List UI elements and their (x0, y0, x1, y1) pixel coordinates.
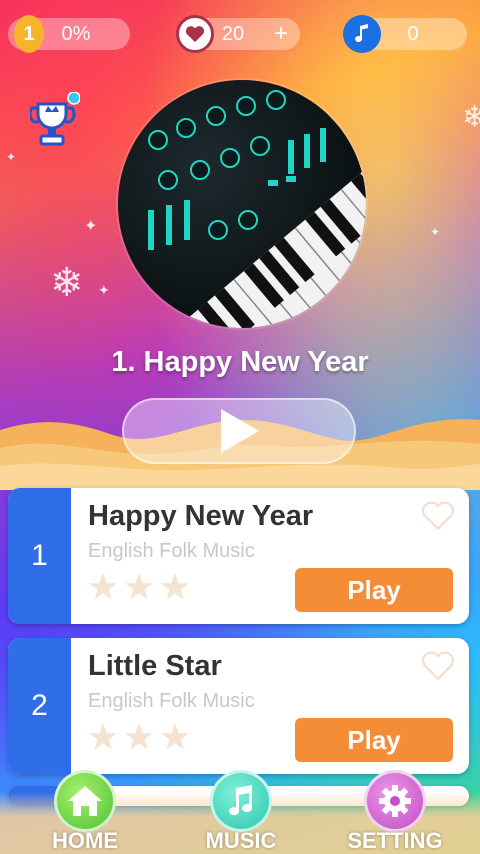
album-art (118, 80, 366, 328)
notes-pill: 0 (343, 15, 467, 53)
star-icon (89, 573, 117, 600)
play-song-button[interactable]: Play (295, 718, 453, 762)
favorite-heart-icon[interactable] (421, 500, 455, 532)
song-number: 1 (8, 488, 71, 624)
nav-home[interactable]: HOME (40, 770, 130, 854)
song-title: Happy New Year (88, 500, 314, 532)
sparkle-icon: ✦ (430, 225, 441, 239)
hearts-pill[interactable]: 20 + (176, 15, 300, 53)
nav-setting-label: SETTING (347, 828, 443, 853)
level-badge: 1 (14, 15, 44, 53)
star-icon (161, 573, 189, 600)
music-icon (210, 770, 272, 832)
add-hearts-button[interactable]: + (274, 20, 288, 48)
sparkle-icon: ✦ (98, 282, 110, 298)
star-icon (125, 723, 153, 750)
star-icon (161, 723, 189, 750)
song-title: Little Star (88, 650, 222, 682)
nav-music-label: MUSIC (205, 828, 277, 853)
sparkle-icon: ✦ (84, 218, 98, 235)
play-song-button[interactable]: Play (295, 568, 453, 612)
star-rating (88, 722, 190, 752)
level-progress-pill: 1 0% (8, 15, 130, 53)
heart-icon (176, 15, 214, 53)
star-rating (88, 572, 190, 602)
nav-home-label: HOME (52, 828, 118, 853)
gear-icon (364, 770, 426, 832)
favorite-heart-icon[interactable] (421, 650, 455, 682)
nav-setting[interactable]: SETTING (347, 770, 443, 854)
song-card[interactable]: 2 Little Star English Folk Music Play (8, 638, 469, 774)
snowflake-icon: ❄ (462, 101, 480, 134)
play-now-button[interactable] (122, 398, 356, 464)
song-card[interactable]: 1 Happy New Year English Folk Music Play (8, 488, 469, 624)
song-number: 2 (8, 638, 71, 774)
song-artist: English Folk Music (88, 540, 255, 562)
nav-music[interactable]: MUSIC (196, 770, 286, 854)
sparkle-icon: ✦ (6, 150, 17, 164)
music-note-icon (343, 15, 381, 53)
now-playing-title: 1. Happy New Year (111, 346, 369, 378)
star-icon (125, 573, 153, 600)
trophy-icon[interactable] (28, 91, 81, 152)
star-icon (89, 723, 117, 750)
play-icon (221, 409, 259, 453)
song-artist: English Folk Music (88, 690, 255, 712)
snowflake-icon: ❄ (50, 261, 84, 305)
home-icon (54, 770, 116, 832)
